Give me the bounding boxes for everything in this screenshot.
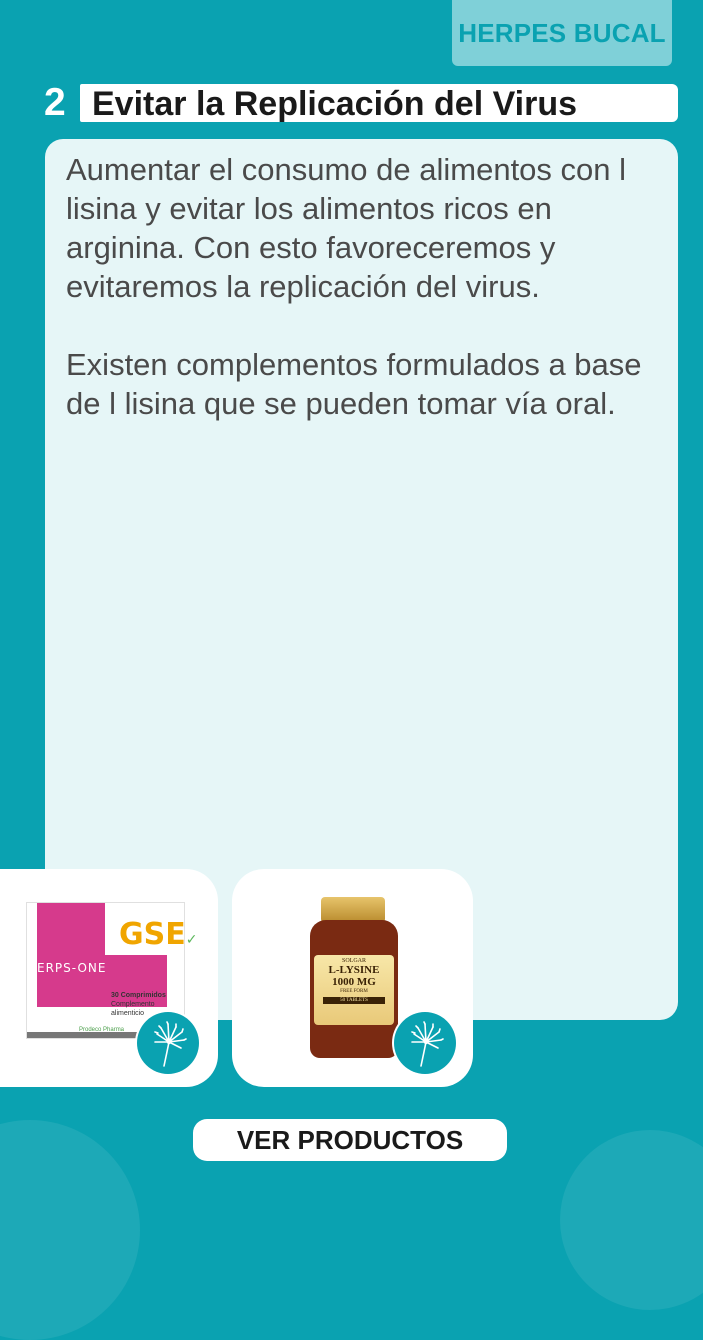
box-accent xyxy=(37,903,105,955)
product-name: L-LYSINE xyxy=(328,964,380,976)
info-paragraph: Existen complementos formulados a base d… xyxy=(66,347,642,421)
background-decoration xyxy=(560,1130,703,1310)
bottle-label: SOLGAR L-LYSINE 1000 MG FREE FORM 50 TAB… xyxy=(314,955,394,1025)
info-text: Aumentar el consumo de alimentos con l l… xyxy=(66,150,670,423)
ver-productos-button[interactable]: VER PRODUCTOS xyxy=(193,1119,507,1161)
step-title: Evitar la Replicación del Virus xyxy=(92,85,578,123)
product-form: FREE FORM xyxy=(340,989,368,994)
dandelion-icon xyxy=(137,1012,199,1074)
product-name: ERPS-ONE xyxy=(37,961,107,975)
dandelion-icon xyxy=(394,1012,456,1074)
info-paragraph: Aumentar el consumo de alimentos con l l… xyxy=(66,152,627,304)
product-count: 50 TABLETS xyxy=(323,997,385,1004)
background-decoration xyxy=(0,1120,140,1340)
gse-logo: GSE✓ xyxy=(119,917,198,952)
category-tag: HERPES BUCAL xyxy=(452,0,672,66)
ver-productos-label: VER PRODUCTOS xyxy=(236,1124,464,1155)
product-dose: 1000 MG xyxy=(332,976,376,988)
category-tag-label: HERPES BUCAL xyxy=(458,17,666,48)
step-number: 2 xyxy=(44,81,66,124)
